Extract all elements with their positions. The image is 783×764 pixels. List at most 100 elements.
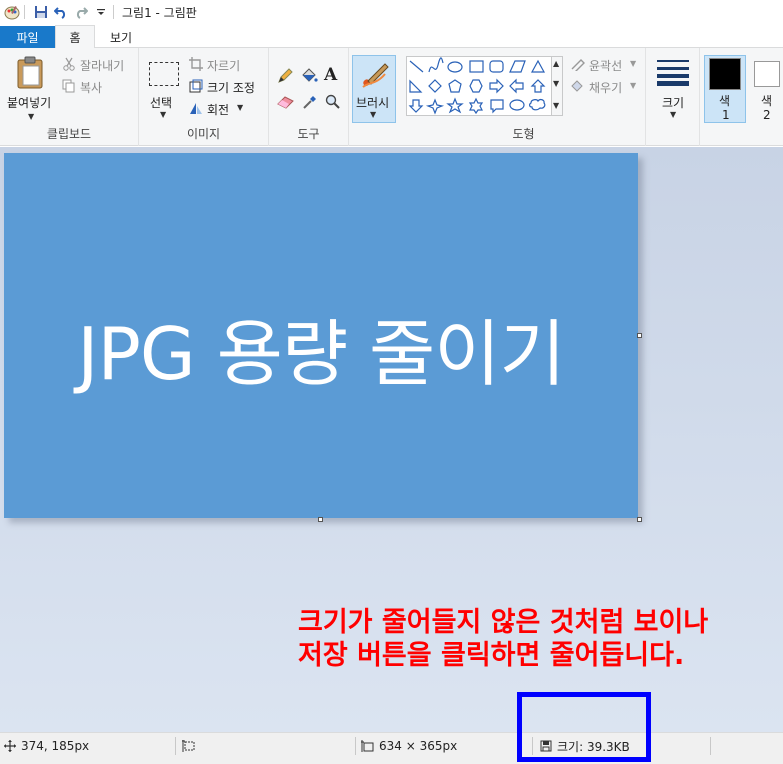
size-group: 크기 ▼ xyxy=(646,48,700,146)
clipboard-group: 붙여넣기 ▼ 잘라내기 복사 클립보드 xyxy=(0,48,139,146)
text-tool-icon[interactable]: A xyxy=(324,65,337,85)
tab-home[interactable]: 홈 xyxy=(55,25,95,49)
size-label: 크기 xyxy=(662,96,685,110)
selection-size-icon xyxy=(182,740,195,752)
size-button[interactable]: 크기 ▼ xyxy=(650,54,696,124)
diamond-shape-icon xyxy=(428,79,442,93)
scissors-icon xyxy=(63,57,75,71)
resize-button[interactable]: 크기 조정 xyxy=(189,78,267,96)
line-size-icon xyxy=(657,60,689,86)
fill-icon xyxy=(571,80,583,92)
tab-file[interactable]: 파일 xyxy=(0,26,55,48)
crop-label: 자르기 xyxy=(207,59,241,73)
color2-label-a: 색 xyxy=(761,94,773,108)
rotate-button[interactable]: 회전 ▼ xyxy=(189,100,267,118)
rotate-label: 회전 xyxy=(207,103,230,117)
canvas-workspace[interactable]: JPG 용량 줄이기 크기가 줄어들지 않은 것처럼 보이나 저장 버튼을 클릭… xyxy=(0,147,783,732)
shapes-scrollbar[interactable]: ▲ ▼ ▼ xyxy=(551,56,563,116)
brush-label: 브러시 xyxy=(356,96,390,110)
status-bar: 374, 185px 634 × 365px 크기: 39.3KB xyxy=(0,732,783,764)
paste-icon xyxy=(17,56,43,89)
brush-dropdown-icon[interactable]: ▼ xyxy=(370,110,376,119)
brush-button[interactable]: 브러시 ▼ xyxy=(352,55,396,123)
color2-swatch[interactable] xyxy=(754,61,780,87)
crop-button[interactable]: 자르기 xyxy=(189,56,267,74)
polygon-shape-icon xyxy=(509,60,526,73)
paste-button[interactable]: 붙여넣기 ▼ xyxy=(4,52,58,124)
select-label: 선택 xyxy=(150,96,173,110)
pencil-icon[interactable] xyxy=(277,68,293,84)
drawing-canvas[interactable]: JPG 용량 줄이기 xyxy=(4,153,638,518)
outline-button[interactable]: 윤곽선 ▼ xyxy=(570,56,642,74)
color-picker-icon[interactable] xyxy=(302,94,318,110)
right-triangle-shape-icon xyxy=(409,79,423,93)
hexagon-shape-icon xyxy=(469,79,483,93)
redo-icon[interactable] xyxy=(73,4,89,20)
rectangle-shape-icon xyxy=(469,60,484,73)
brush-icon xyxy=(362,63,389,88)
quick-access-separator xyxy=(24,5,25,19)
crop-icon xyxy=(189,57,203,71)
fill-button[interactable]: 채우기 ▼ xyxy=(570,78,642,96)
image-group: 선택 ▼ 자르기 크기 조정 회전 ▼ 이미지 xyxy=(139,48,269,146)
shapes-scroll-down-icon[interactable]: ▼ xyxy=(553,79,559,88)
outline-dropdown-icon[interactable]: ▼ xyxy=(630,59,636,68)
image-group-label: 이미지 xyxy=(186,127,221,141)
cloud-callout-shape-icon xyxy=(529,98,546,111)
oval-callout-shape-icon xyxy=(509,99,525,111)
line-shape-icon xyxy=(409,60,424,73)
ribbon-tabs: 파일 홈 보기 xyxy=(0,24,783,49)
file-size-highlight-box xyxy=(517,692,651,762)
paste-dropdown-icon[interactable]: ▼ xyxy=(28,112,34,121)
selection-size xyxy=(182,733,196,759)
pentagon-shape-icon xyxy=(448,79,462,93)
fill-dropdown-icon[interactable]: ▼ xyxy=(630,81,636,90)
shapes-gallery-icons xyxy=(408,57,546,115)
annotation-line-1: 크기가 줄어들지 않은 것처럼 보이나 xyxy=(298,607,709,638)
tools-group-label: 도구 xyxy=(297,127,320,141)
copy-icon xyxy=(62,79,75,93)
triangle-shape-icon xyxy=(530,59,546,73)
paint-app-icon[interactable] xyxy=(4,4,20,20)
size-dropdown-icon[interactable]: ▼ xyxy=(670,110,676,119)
select-dropdown-icon[interactable]: ▼ xyxy=(160,110,166,119)
shapes-expand-icon[interactable]: ▼ xyxy=(553,101,559,110)
fill-label: 채우기 xyxy=(589,81,623,95)
copy-label: 복사 xyxy=(80,81,103,95)
tools-group: A 도구 xyxy=(269,48,349,146)
six-point-star-shape-icon xyxy=(468,97,484,115)
resize-handle-bottom[interactable] xyxy=(318,517,323,522)
image-size-text: 634 × 365px xyxy=(379,739,458,753)
up-arrow-shape-icon xyxy=(530,79,546,93)
four-point-star-shape-icon xyxy=(425,98,445,115)
save-icon[interactable] xyxy=(33,4,49,20)
oval-shape-icon xyxy=(447,61,463,73)
undo-icon[interactable] xyxy=(53,4,69,20)
tab-view[interactable]: 보기 xyxy=(98,25,144,49)
fill-bucket-icon[interactable] xyxy=(300,67,318,85)
resize-handle-right[interactable] xyxy=(637,333,642,338)
resize-handle-corner[interactable] xyxy=(637,517,642,522)
rotate-dropdown-icon[interactable]: ▼ xyxy=(237,103,243,112)
rotate-icon xyxy=(190,103,202,114)
down-arrow-shape-icon xyxy=(408,99,424,113)
ribbon: 붙여넣기 ▼ 잘라내기 복사 클립보드 선택 ▼ 자르기 크기 조정 회전 ▼ … xyxy=(0,48,783,146)
select-rect-icon xyxy=(149,62,179,86)
eraser-icon[interactable] xyxy=(277,95,295,109)
shapes-scroll-up-icon[interactable]: ▲ xyxy=(553,59,559,68)
cut-button[interactable]: 잘라내기 xyxy=(62,56,136,74)
resize-label: 크기 조정 xyxy=(207,81,255,95)
color1-swatch xyxy=(709,58,741,90)
right-arrow-shape-icon xyxy=(489,78,504,94)
status-separator xyxy=(175,737,176,755)
shapes-gallery[interactable] xyxy=(406,56,552,116)
copy-button[interactable]: 복사 xyxy=(62,78,136,96)
magnifier-icon[interactable] xyxy=(325,94,341,110)
customize-quick-access-icon[interactable] xyxy=(93,4,109,20)
left-arrow-shape-icon xyxy=(509,78,524,94)
color1-label-b: 1 xyxy=(722,108,730,122)
cursor-position: 374, 185px xyxy=(4,733,89,759)
select-button[interactable]: 선택 ▼ xyxy=(145,56,185,124)
rounded-callout-shape-icon xyxy=(490,99,504,114)
color2-label-b: 2 xyxy=(763,108,771,122)
